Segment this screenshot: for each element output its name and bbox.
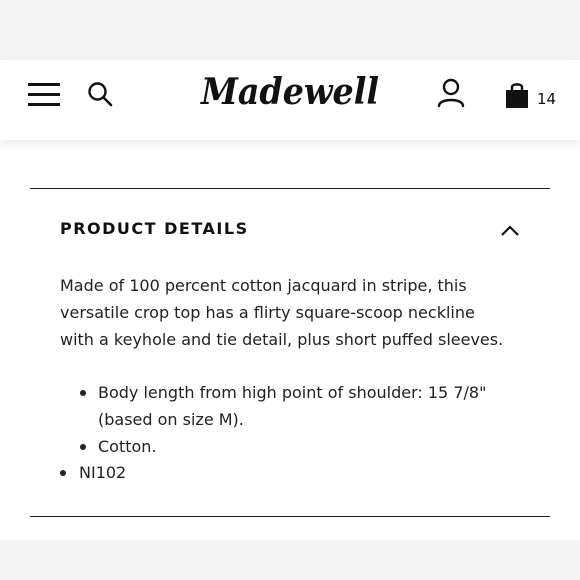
user-account-icon[interactable] [436,78,466,108]
section-divider [30,516,550,517]
product-sku: NI102 [60,460,126,487]
shopping-bag-icon[interactable] [504,81,530,109]
search-icon[interactable] [86,80,114,108]
menu-line [28,83,60,86]
bag-count-badge[interactable]: 14 [537,90,556,108]
footer-area [0,540,580,580]
menu-line [28,103,60,106]
status-area [0,0,580,60]
hamburger-menu-icon[interactable] [28,82,60,108]
list-item: Cotton. [60,434,510,461]
product-description: Made of 100 percent cotton jacquard in s… [60,276,504,349]
product-details-heading[interactable]: PRODUCT DETAILS [60,219,249,238]
product-details-list: Body length from high point of shoulder:… [60,380,510,460]
menu-line [28,93,60,96]
madewell-logo[interactable]: Madewell [195,66,385,126]
chevron-up-icon[interactable] [500,223,520,237]
section-divider [30,188,550,189]
product-page: Madewell 14 PRODUCT DETAILS Made of 100 … [0,0,580,580]
site-header: Madewell 14 [0,60,580,140]
list-item: Body length from high point of shoulder:… [60,380,510,434]
logo-wordmark: Madewell [199,71,379,113]
